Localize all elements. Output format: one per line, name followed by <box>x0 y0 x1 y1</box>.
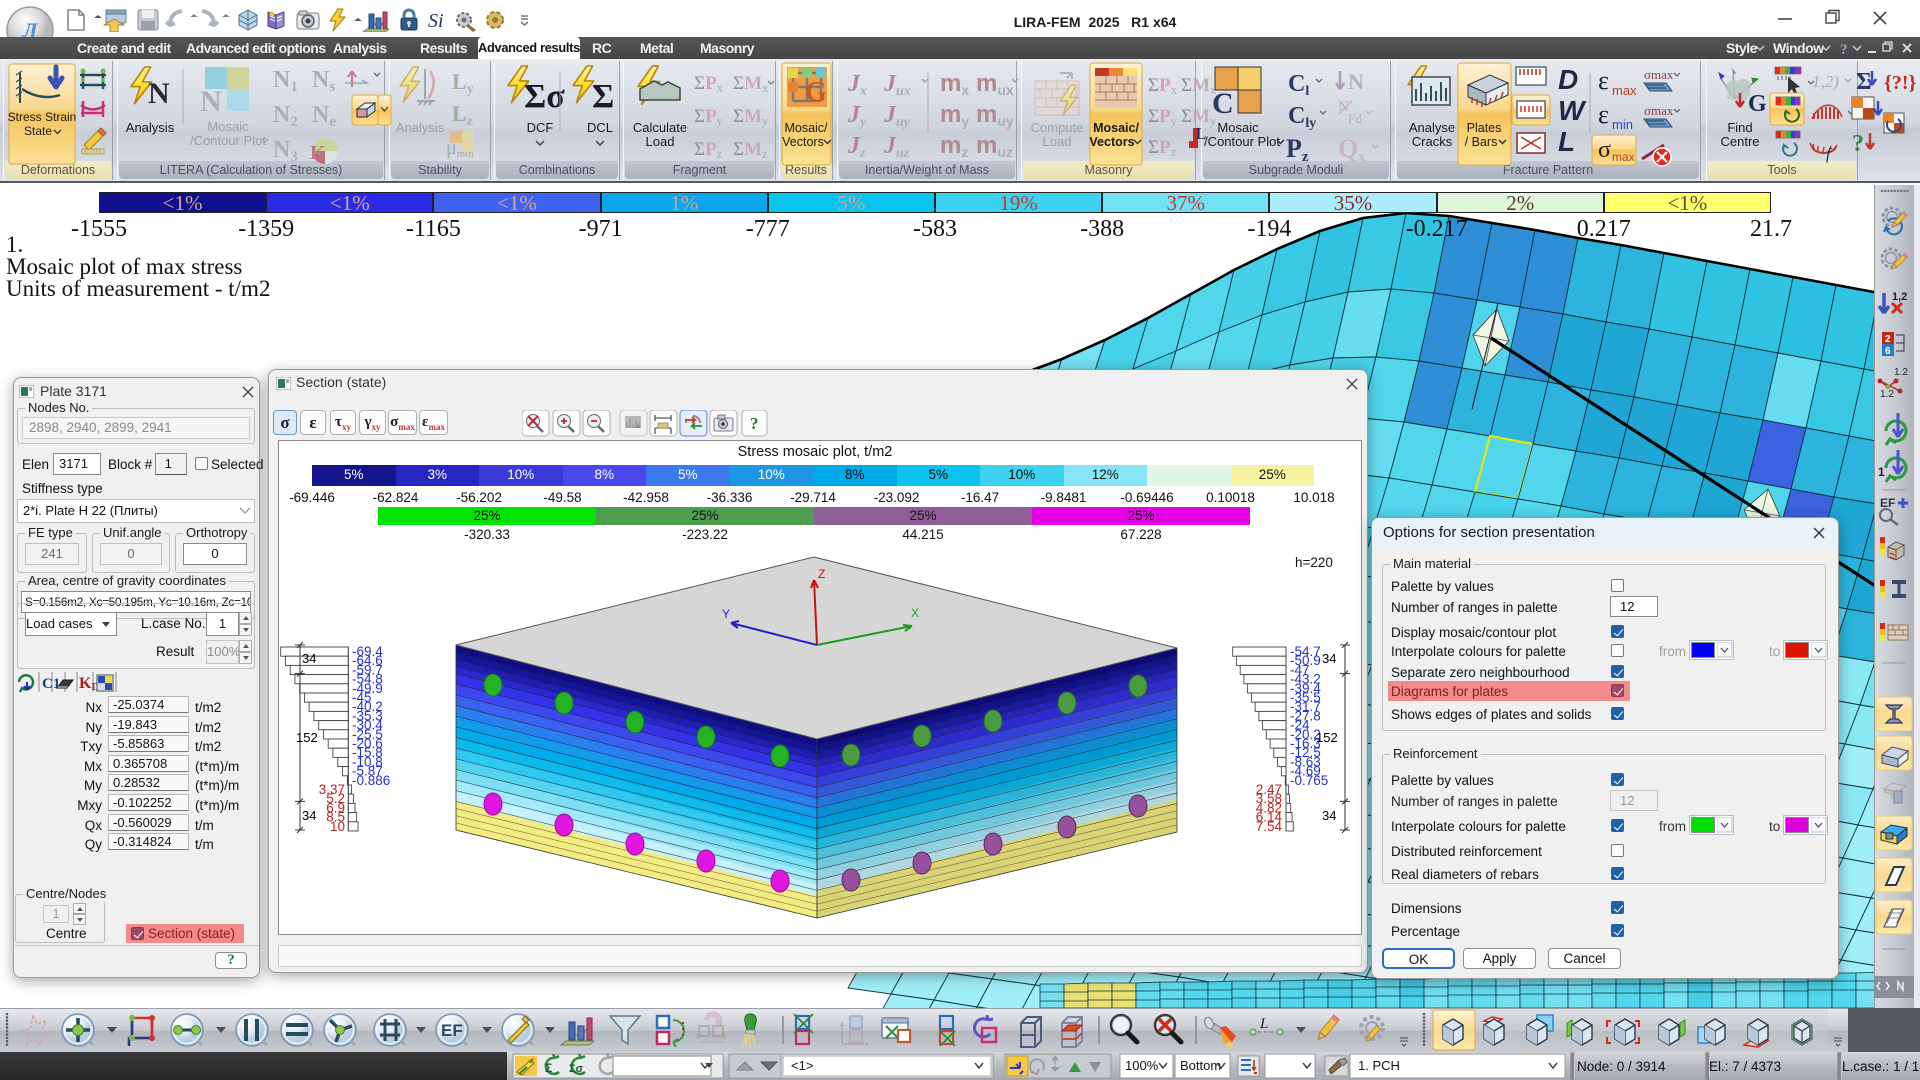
svg-text:?: ? <box>1852 131 1864 157</box>
svg-text:C1: C1 <box>42 676 60 692</box>
svg-text:152: 152 <box>1316 730 1338 745</box>
svg-text:<1>: <1> <box>791 1058 813 1073</box>
svg-text:mux: mux <box>976 70 1014 98</box>
svg-text:?: ? <box>1840 42 1848 58</box>
svg-text:N: N <box>1348 69 1364 94</box>
svg-text:/Contour Plot: /Contour Plot <box>1204 134 1280 149</box>
svg-text:Bottom: Bottom <box>1180 1058 1221 1073</box>
svg-text:Cl: Cl <box>1288 71 1309 99</box>
svg-text:Centre: Centre <box>1720 134 1759 149</box>
svg-text:ΣPy: ΣPy <box>1148 106 1178 128</box>
svg-text:Compute: Compute <box>1031 120 1084 135</box>
svg-text:1: 1 <box>1878 465 1885 479</box>
svg-text:7.54: 7.54 <box>1256 819 1283 834</box>
svg-text:L: L <box>1558 126 1575 157</box>
svg-text:my: my <box>940 101 969 129</box>
svg-text:Juy: Juy <box>883 102 911 130</box>
svg-text:1,2): 1,2) <box>1812 72 1839 91</box>
svg-text:Jx: Jx <box>847 71 867 99</box>
svg-text:mx: mx <box>940 70 969 98</box>
svg-text:X: X <box>911 606 919 620</box>
svg-text:Vectors: Vectors <box>1089 135 1134 149</box>
svg-text:6: 6 <box>1885 346 1891 357</box>
svg-text:Mosaic: Mosaic <box>1217 120 1259 135</box>
svg-text:Load: Load <box>1043 134 1072 149</box>
svg-text:f: f <box>1826 146 1833 163</box>
svg-text:Cracks: Cracks <box>1412 134 1453 149</box>
svg-text:C: C <box>1212 87 1234 120</box>
svg-text:34: 34 <box>1322 808 1336 823</box>
svg-text:Jz: Jz <box>847 133 866 161</box>
svg-text:Σ: Σ <box>545 1061 552 1075</box>
svg-text:muy: muy <box>976 101 1014 129</box>
svg-text:10: 10 <box>330 819 345 834</box>
svg-text:σmax: σmax <box>1644 103 1674 118</box>
svg-text:σmax: σmax <box>1644 67 1674 82</box>
svg-text:152: 152 <box>296 730 318 745</box>
svg-text:L: L <box>1259 1016 1268 1032</box>
svg-text:Qx: Qx <box>1338 134 1366 165</box>
svg-text:100%: 100% <box>1125 1058 1159 1073</box>
svg-text:2: 2 <box>1885 334 1891 345</box>
svg-text:max: max <box>1612 150 1635 164</box>
svg-text:1.2: 1.2 <box>1880 389 1894 400</box>
svg-text:Mosaic/: Mosaic/ <box>1093 121 1139 135</box>
svg-text:ε: ε <box>1598 100 1609 129</box>
svg-text:34: 34 <box>302 651 316 666</box>
svg-text:KD: KD <box>79 675 99 693</box>
svg-text:Plates: Plates <box>1467 121 1502 135</box>
svg-text:Jy: Jy <box>847 102 867 130</box>
svg-text:Juz: Juz <box>883 133 910 161</box>
svg-text:Find: Find <box>1727 120 1752 135</box>
svg-text:Jux: Jux <box>883 71 911 99</box>
svg-text:Pz: Pz <box>1286 134 1309 165</box>
svg-text:ε: ε <box>1598 66 1609 95</box>
svg-text:{?!}: {?!} <box>1884 72 1917 94</box>
svg-text:34: 34 <box>302 808 316 823</box>
svg-text:Y: Y <box>722 607 730 621</box>
svg-text:max: max <box>1612 83 1637 98</box>
svg-text:1,2: 1,2 <box>1892 291 1907 303</box>
svg-text:Fd: Fd <box>1348 111 1362 126</box>
svg-text:1. PCH: 1. PCH <box>1358 1058 1400 1073</box>
svg-text:34: 34 <box>1322 651 1336 666</box>
svg-text:Cly: Cly <box>1288 103 1316 131</box>
svg-text:/ Bars: / Bars <box>1465 135 1498 149</box>
svg-text:-0.765: -0.765 <box>1290 773 1328 788</box>
svg-text:1.2: 1.2 <box>1894 367 1908 378</box>
svg-text:ΣPx: ΣPx <box>1148 75 1178 97</box>
svg-text:Z: Z <box>818 567 825 581</box>
svg-text:mz: mz <box>940 132 968 160</box>
svg-text:min: min <box>1612 117 1633 132</box>
svg-text:?: ? <box>750 414 759 433</box>
svg-text:Σσ: Σσ <box>569 1063 584 1075</box>
svg-text:D: D <box>1558 64 1578 95</box>
svg-text:σ: σ <box>1598 137 1611 163</box>
svg-text:G: G <box>1748 91 1767 117</box>
svg-text:ΣPz: ΣPz <box>1148 137 1177 159</box>
svg-text:EF: EF <box>1880 496 1895 510</box>
svg-text:W: W <box>1558 95 1587 126</box>
svg-text:muz: muz <box>976 132 1013 160</box>
svg-text:-0.886: -0.886 <box>352 773 390 788</box>
svg-text:EF: EF <box>441 1021 463 1040</box>
svg-text:Analyse: Analyse <box>1409 120 1455 135</box>
svg-text:Si: Si <box>428 10 444 32</box>
